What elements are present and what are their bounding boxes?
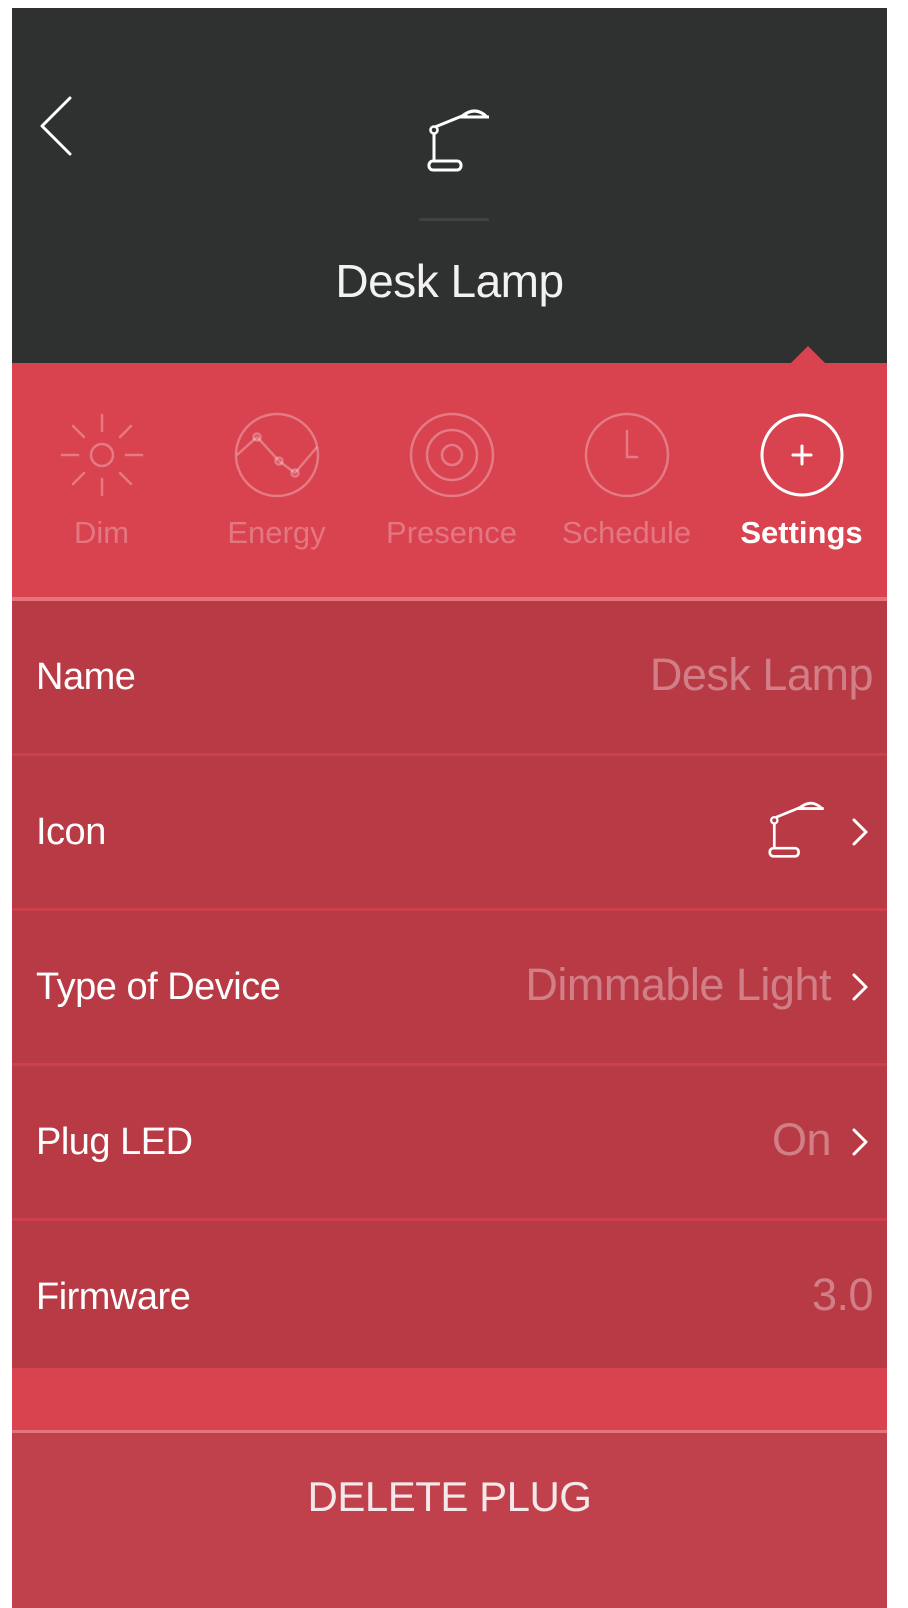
tab-presence[interactable]: Presence bbox=[364, 411, 539, 561]
setting-label-led: Plug LED bbox=[36, 1121, 193, 1163]
tab-label-energy: Energy bbox=[227, 515, 326, 550]
firmware-value: 3.0 bbox=[811, 1269, 874, 1320]
setting-row-type[interactable]: Type of Device Dimmable Light bbox=[12, 911, 887, 1066]
chevron-right-icon bbox=[852, 1128, 868, 1156]
desk-lamp-icon bbox=[427, 109, 489, 172]
desk-lamp-icon bbox=[768, 801, 824, 858]
device-type-value: Dimmable Light bbox=[525, 959, 831, 1010]
device-title: Desk Lamp bbox=[335, 255, 564, 307]
setting-row-icon[interactable]: Icon bbox=[12, 756, 887, 911]
plus-circle-icon bbox=[760, 413, 844, 497]
setting-label-icon: Icon bbox=[36, 811, 106, 853]
device-header: Desk Lamp bbox=[12, 8, 887, 363]
tab-dim[interactable]: Dim bbox=[14, 411, 189, 561]
tab-label-settings: Settings bbox=[740, 515, 863, 550]
tab-label-presence: Presence bbox=[386, 515, 517, 550]
delete-plug-button[interactable]: DELETE PLUG bbox=[12, 1433, 887, 1608]
app-screen: Desk Lamp Dim Energy Presence Schedule S… bbox=[12, 8, 887, 1608]
clock-icon bbox=[584, 412, 670, 498]
tab-bar: Dim Energy Presence Schedule Settings bbox=[12, 363, 887, 601]
section-spacer bbox=[12, 1368, 887, 1433]
delete-plug-label: DELETE PLUG bbox=[307, 1473, 592, 1520]
back-button[interactable] bbox=[32, 92, 92, 162]
presence-target-icon bbox=[409, 412, 495, 498]
sun-icon bbox=[60, 413, 144, 497]
active-tab-pointer bbox=[788, 346, 828, 366]
name-field[interactable]: Desk Lamp bbox=[650, 601, 874, 749]
tab-label-dim: Dim bbox=[73, 515, 130, 550]
setting-label-name: Name bbox=[36, 656, 136, 698]
chevron-left-icon bbox=[40, 96, 72, 156]
setting-label-type: Type of Device bbox=[36, 966, 281, 1008]
setting-row-firmware: Firmware 3.0 bbox=[12, 1221, 887, 1376]
tab-settings[interactable]: Settings bbox=[714, 411, 887, 561]
settings-list: Name Desk Lamp Icon Type of Device Dimma… bbox=[12, 601, 887, 1376]
chevron-right-icon bbox=[852, 818, 868, 846]
setting-row-led[interactable]: Plug LED On bbox=[12, 1066, 887, 1221]
setting-label-firmware: Firmware bbox=[36, 1276, 191, 1318]
tab-energy[interactable]: Energy bbox=[189, 411, 364, 561]
setting-row-name[interactable]: Name Desk Lamp bbox=[12, 601, 887, 756]
chevron-right-icon bbox=[852, 973, 868, 1001]
energy-graph-icon bbox=[234, 412, 320, 498]
tab-label-schedule: Schedule bbox=[561, 515, 692, 550]
tab-schedule[interactable]: Schedule bbox=[539, 411, 714, 561]
plug-led-value: On bbox=[771, 1114, 832, 1165]
header-divider bbox=[419, 218, 489, 221]
